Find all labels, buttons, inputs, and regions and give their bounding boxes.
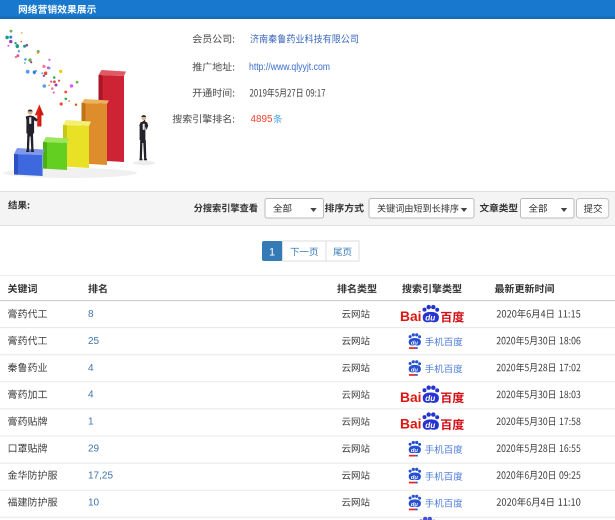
svg-text:8: 8 xyxy=(88,309,94,320)
svg-text:4: 4 xyxy=(88,363,94,374)
svg-text:29: 29 xyxy=(88,444,100,455)
svg-text:1: 1 xyxy=(88,417,94,428)
svg-text:http://www.qlyyjt.com: http://www.qlyyjt.com xyxy=(249,62,330,73)
svg-text:10: 10 xyxy=(88,497,100,508)
svg-text:17,25: 17,25 xyxy=(88,470,113,481)
svg-text:1: 1 xyxy=(269,247,275,259)
svg-text:25: 25 xyxy=(88,336,100,347)
svg-text:4: 4 xyxy=(88,390,94,401)
svg-text:4895: 4895 xyxy=(251,114,273,125)
